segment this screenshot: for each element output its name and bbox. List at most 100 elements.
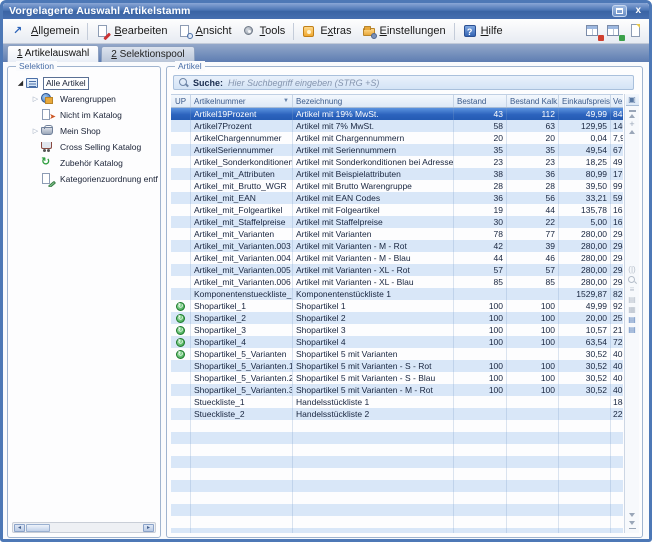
table-row[interactable]: ↻Shopartikel_4Shopartikel 410010063,5472… <box>171 336 623 348</box>
expander-expanded-icon[interactable]: ◢ <box>15 79 26 87</box>
table-row[interactable]: ↻Shopartikel_3Shopartikel 310010010,5721… <box>171 324 623 336</box>
scroll-up-icon[interactable] <box>629 130 635 134</box>
scroll-down-icon[interactable] <box>629 513 635 517</box>
menu-einstellungen[interactable]: Einstellungen <box>357 23 451 40</box>
column-header-bestand-kalk[interactable]: Bestand Kalk. <box>507 95 559 107</box>
table-row[interactable]: Artikel19ProzentArtikel mit 19% MwSt.431… <box>171 108 623 120</box>
cell-bestand: 28 <box>454 180 507 192</box>
grid-add-button[interactable] <box>607 24 623 39</box>
cell-up <box>171 252 191 264</box>
table-row[interactable]: Artikel_mit_StaffelpreiseArtikel mit Sta… <box>171 216 623 228</box>
tab-selektionspool[interactable]: 2 Selektionspool <box>101 46 194 62</box>
column-header-up[interactable]: UP <box>171 95 191 107</box>
table-row[interactable]: Artikel_mit_Varianten.005Artikel mit Var… <box>171 264 623 276</box>
tree-item-zubehoer-katalog[interactable]: ↻ Zubehör Katalog <box>10 155 158 171</box>
cell-verkaufspreis: 826 <box>611 288 623 300</box>
table-row[interactable]: Artikel7ProzentArtikel mit 7% MwSt.58631… <box>171 120 623 132</box>
empty-cell <box>191 516 293 528</box>
empty-cell <box>293 468 454 480</box>
empty-row <box>171 504 623 516</box>
cell-up: ↻ <box>171 336 191 348</box>
table-row[interactable]: Komponentenstueckliste_1Komponentenstück… <box>171 288 623 300</box>
table-row[interactable]: Shopartikel_5_Varianten.2Shopartikel 5 m… <box>171 372 623 384</box>
empty-row <box>171 516 623 528</box>
menu-allgemein[interactable]: ↗Allgemein <box>8 23 84 40</box>
cell-bestand: 100 <box>454 336 507 348</box>
table-row[interactable]: Artikel_mit_EANArtikel mit EAN Codes3656… <box>171 192 623 204</box>
cell-bestand: 100 <box>454 300 507 312</box>
table-row[interactable]: Artikel_mit_Varianten.003Artikel mit Var… <box>171 240 623 252</box>
menu-tools[interactable]: Tools <box>237 23 291 40</box>
scroll-left-button[interactable]: ◂ <box>14 524 25 532</box>
tree-item-nicht-im-katalog[interactable]: ➤ Nicht im Katalog <box>10 107 158 123</box>
strip-window-icon[interactable]: ▦ <box>628 305 636 315</box>
column-chooser-icon[interactable]: ▣ <box>626 94 639 106</box>
table-row[interactable]: Artikel_mit_VariantenArtikel mit Variant… <box>171 228 623 240</box>
scroll-right-button[interactable]: ▸ <box>143 524 154 532</box>
search-bar[interactable]: Suche: Hier Suchbegriff eingeben (STRG +… <box>173 75 634 90</box>
expander-collapsed-icon[interactable]: ▷ <box>30 95 41 103</box>
tree-item-cross-selling-katalog[interactable]: Cross Selling Katalog <box>10 139 158 155</box>
scroll-top-icon[interactable] <box>629 110 636 112</box>
table-row[interactable]: Stueckliste_1Handelsstückliste 1184 <box>171 396 623 408</box>
selektion-tree: ◢ Alle Artikel ▷ Warengruppen ➤ Nicht im… <box>10 75 158 187</box>
table-row[interactable]: Shopartikel_5_Varianten.3Shopartikel 5 m… <box>171 384 623 396</box>
cell-bestand: 58 <box>454 120 507 132</box>
menu-extras[interactable]: Extras <box>297 23 356 40</box>
scroll-top-arrow-icon[interactable] <box>629 114 635 118</box>
strip-list-blue-icon[interactable]: ▤ <box>628 315 636 325</box>
empty-row <box>171 444 623 456</box>
column-header-verkaufspreis[interactable]: Ve <box>611 95 623 107</box>
empty-cell <box>191 456 293 468</box>
table-row[interactable]: ArtikelChargennummerArtikel mit Chargenn… <box>171 132 623 144</box>
table-row[interactable]: ↻Shopartikel_5_VariantenShopartikel 5 mi… <box>171 348 623 360</box>
table-row[interactable]: Artikel_mit_Varianten.006Artikel mit Var… <box>171 276 623 288</box>
table-row[interactable]: Artikel_mit_AttributenArtikel mit Beispi… <box>171 168 623 180</box>
strip-size-icon[interactable]: (|) <box>628 265 635 275</box>
table-row[interactable]: Artikel_SonderkonditionenArtikel mit Son… <box>171 156 623 168</box>
table-row[interactable]: ArtikelSeriennummerArtikel mit Seriennum… <box>171 144 623 156</box>
new-page-button[interactable] <box>628 24 644 39</box>
tree-item-mein-shop[interactable]: ▷ Mein Shop <box>10 123 158 139</box>
table-row[interactable]: Artikel_mit_FolgeartikelArtikel mit Folg… <box>171 204 623 216</box>
table-row[interactable]: ↻Shopartikel_2Shopartikel 210010020,0025… <box>171 312 623 324</box>
tree-item-alle-artikel[interactable]: ◢ Alle Artikel <box>10 75 158 91</box>
scroll-bottom-arrow-icon[interactable] <box>629 521 635 525</box>
menu-hilfe[interactable]: ?Hilfe <box>458 23 508 40</box>
strip-search-icon[interactable] <box>628 276 636 284</box>
table-row[interactable]: Shopartikel_5_Varianten.1Shopartikel 5 m… <box>171 360 623 372</box>
close-button[interactable]: x <box>633 5 643 17</box>
column-header-artikelnummer[interactable]: Artikelnummer▼ <box>191 95 293 107</box>
scroll-bottom-icon[interactable] <box>629 528 636 530</box>
column-header-bestand[interactable]: Bestand <box>454 95 507 107</box>
menu-bearbeiten[interactable]: Bearbeiten <box>91 23 172 40</box>
empty-cell <box>507 456 559 468</box>
table-row[interactable]: Artikel_mit_Brutto_WGRArtikel mit Brutto… <box>171 180 623 192</box>
tab-artikelauswahl[interactable]: 1 Artikelauswahl <box>7 45 99 62</box>
hscroll-thumb[interactable] <box>26 524 50 532</box>
empty-cell <box>559 420 611 432</box>
strip-lines-icon[interactable]: ≡ <box>630 285 635 295</box>
menu-ansicht[interactable]: Ansicht <box>173 23 237 40</box>
strip-grid-icon[interactable]: ▤ <box>628 295 636 305</box>
cell-bestand-kalk: 100 <box>507 300 559 312</box>
cell-bestand-kalk: 28 <box>507 180 559 192</box>
table-row[interactable]: Artikel_mit_Varianten.004Artikel mit Var… <box>171 252 623 264</box>
strip-list-blue-icon[interactable]: ▤ <box>628 325 636 335</box>
toolbar-separator <box>454 23 455 40</box>
grid-remove-button[interactable] <box>586 24 602 39</box>
column-header-einkaufspreis[interactable]: Einkaufspreis <box>559 95 611 107</box>
scroll-plus-icon[interactable]: + <box>629 120 634 128</box>
sidebar-hscrollbar[interactable]: ◂ ▸ <box>12 522 156 533</box>
search-input-placeholder[interactable]: Hier Suchbegriff eingeben (STRG +S) <box>228 78 379 88</box>
tree-item-kategorienzuordnung-entfernen[interactable]: Kategorienzuordnung entfernen <box>10 171 158 187</box>
column-header-bezeichnung[interactable]: Bezeichnung <box>293 95 454 107</box>
cell-bestand-kalk: 100 <box>507 360 559 372</box>
expander-collapsed-icon[interactable]: ▷ <box>30 127 41 135</box>
cell-bestand: 78 <box>454 228 507 240</box>
tree-item-warengruppen[interactable]: ▷ Warengruppen <box>10 91 158 107</box>
table-row[interactable]: Stueckliste_2Handelsstückliste 2229 <box>171 408 623 420</box>
table-row[interactable]: ↻Shopartikel_1Shopartikel 110010049,9992… <box>171 300 623 312</box>
restore-button[interactable] <box>612 5 627 17</box>
menubar: ↗Allgemein Bearbeiten Ansicht Tools Extr… <box>3 19 649 44</box>
